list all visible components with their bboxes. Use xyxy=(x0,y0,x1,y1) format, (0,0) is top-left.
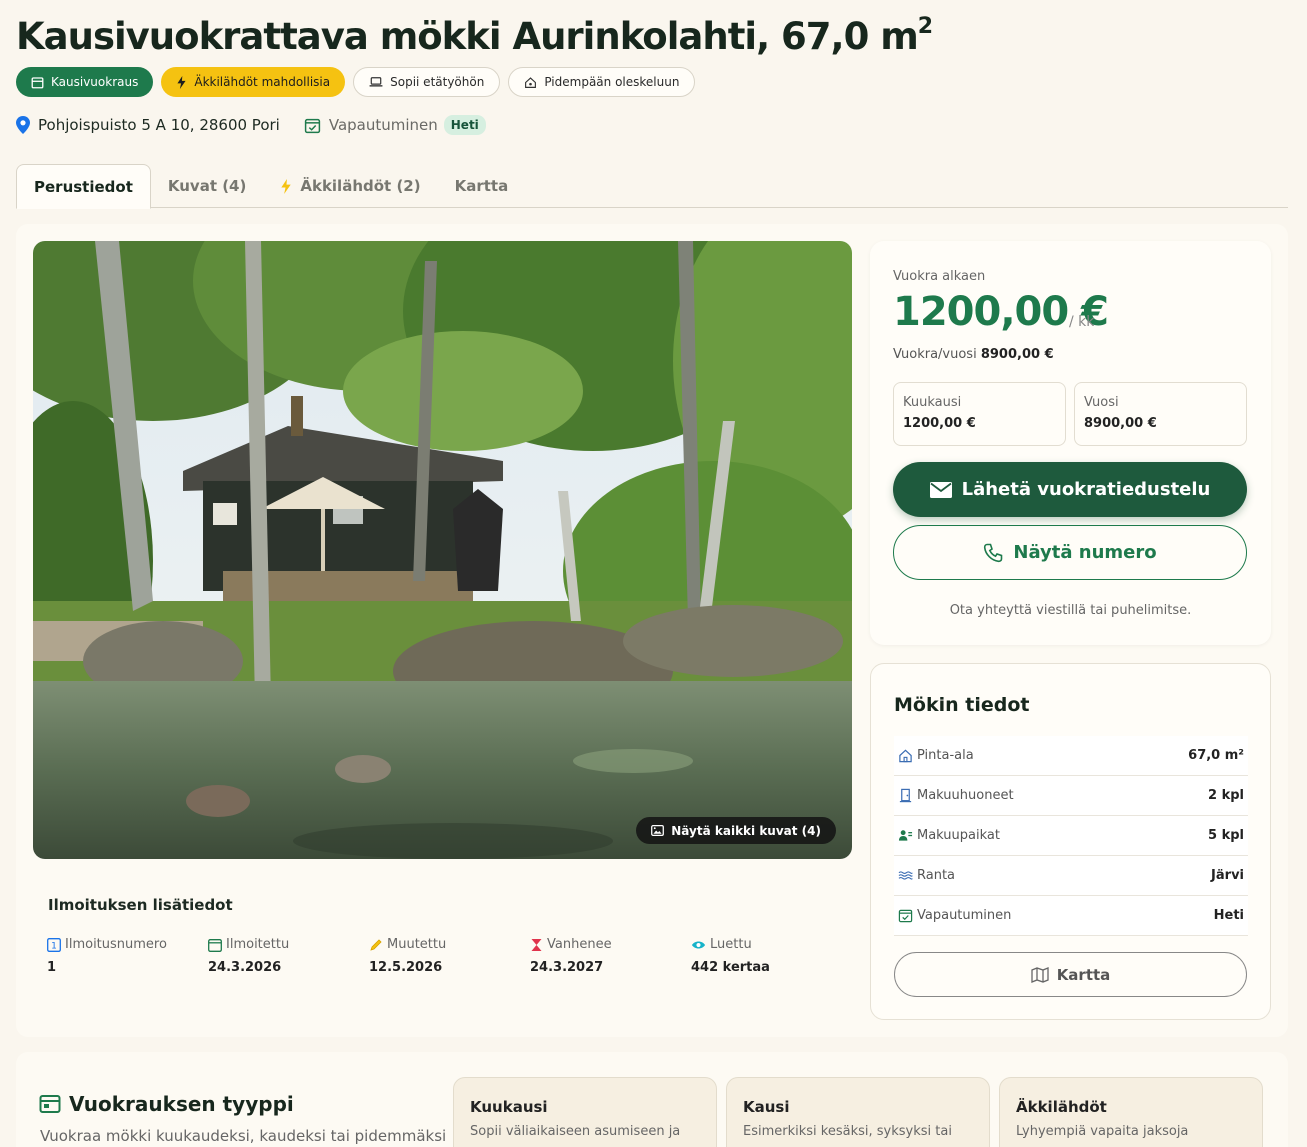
price-box-year: Vuosi 8900,00 € xyxy=(1074,382,1247,446)
hourglass-icon xyxy=(531,938,542,951)
eye-icon xyxy=(691,940,706,949)
info-value: 24.3.2027 xyxy=(530,960,604,975)
detail-row-beds: Makuupaikat 5 kpl xyxy=(894,816,1248,856)
tab-kartta[interactable]: Kartta xyxy=(438,164,526,208)
send-inquiry-button[interactable]: Lähetä vuokratiedustelu xyxy=(893,462,1247,517)
info-modified-date: Muutettu 12.5.2026 xyxy=(369,937,519,975)
contact-note: Ota yhteyttä viestillä tai puhelimitse. xyxy=(949,603,1192,618)
detail-row-availability: Vapautuminen Heti xyxy=(894,896,1248,936)
info-value: 442 kertaa xyxy=(691,960,770,975)
cabin-photo-image xyxy=(33,241,852,859)
calendar-check-icon xyxy=(898,909,913,923)
door-icon xyxy=(899,788,912,803)
availability-badge: Heti xyxy=(443,115,486,135)
tab-perustiedot[interactable]: Perustiedot xyxy=(16,164,151,209)
page-title: Kausivuokrattava mökki Aurinkolahti, 67,… xyxy=(16,14,933,58)
map-icon xyxy=(1031,966,1049,983)
svg-text:1: 1 xyxy=(51,941,57,951)
badge-akkilahdot: Äkkilähdöt mahdollisia xyxy=(161,67,346,97)
rental-type-title: Vuokrauksen tyyppi xyxy=(39,1092,294,1116)
info-views: Luettu 442 kertaa xyxy=(691,937,841,975)
water-icon xyxy=(898,871,913,880)
info-posted-date: Ilmoitettu 24.3.2026 xyxy=(208,937,358,975)
availability-label: Vapautuminen xyxy=(328,116,438,134)
detail-row-area: Pinta-ala 67,0 m² xyxy=(894,736,1248,776)
envelope-icon xyxy=(929,481,952,498)
phone-icon xyxy=(984,543,1003,562)
rental-type-card-season[interactable]: Kausi Esimerkiksi kesäksi, syksyksi tai xyxy=(726,1077,990,1147)
info-value: 24.3.2026 xyxy=(208,960,282,975)
lightning-icon xyxy=(281,178,292,194)
calendar-check-icon xyxy=(304,118,320,133)
calendar-icon xyxy=(39,1095,61,1113)
home-icon xyxy=(525,76,537,88)
price-card: Vuokra alkaen 1200,00 € / kk Vuokra/vuos… xyxy=(870,241,1271,645)
price-unit: / kk xyxy=(1069,314,1095,330)
info-value: 12.5.2026 xyxy=(369,960,443,975)
calendar-icon xyxy=(31,76,44,88)
image-icon xyxy=(651,825,665,836)
show-all-photos-button[interactable]: Näytä kaikki kuvat (4) xyxy=(636,817,836,844)
cabin-details-table: Pinta-ala 67,0 m² Makuuhuoneet 2 kpl Mak… xyxy=(894,736,1248,936)
cabin-details-card: Mökin tiedot Pinta-ala 67,0 m² Makuuhuon… xyxy=(870,663,1271,1020)
lightning-icon xyxy=(177,75,186,89)
price-per-year: Vuokra/vuosi 8900,00 € xyxy=(893,347,1054,362)
listing-info-title: Ilmoituksen lisätiedot xyxy=(48,896,233,914)
price-box-month: Kuukausi 1200,00 € xyxy=(893,382,1066,446)
cabin-photo[interactable]: Näytä kaikki kuvat (4) xyxy=(33,241,852,859)
location-pin-icon xyxy=(16,116,30,134)
cabin-details-title: Mökin tiedot xyxy=(894,694,1030,716)
map-button[interactable]: Kartta xyxy=(894,952,1247,997)
info-expires-date: Vanhenee 24.3.2027 xyxy=(530,937,680,975)
pencil-icon xyxy=(370,938,382,951)
house-icon xyxy=(899,749,912,763)
price-label: Vuokra alkaen xyxy=(893,269,986,284)
number-icon: 1 xyxy=(47,937,61,952)
badge-row: Kausivuokraus Äkkilähdöt mahdollisia Sop… xyxy=(16,67,696,97)
tab-bar: Perustiedot Kuvat (4) Äkkilähdöt (2) Kar… xyxy=(16,164,1288,209)
detail-row-shore: Ranta Järvi xyxy=(894,856,1248,896)
rental-type-card-month[interactable]: Kuukausi Sopii väliaikaiseen asumiseen j… xyxy=(453,1077,717,1147)
rental-type-card-lastminute[interactable]: Äkkilähdöt Lyhyempiä vapaita jaksoja xyxy=(999,1077,1263,1147)
address-row: Pohjoispuisto 5 A 10, 28600 Pori Vapautu… xyxy=(16,115,486,135)
badge-pidempaan: Pidempään oleskeluun xyxy=(508,67,696,97)
info-listing-number: 1 Ilmoitusnumero 1 xyxy=(47,937,197,975)
people-icon xyxy=(898,830,913,841)
detail-row-bedrooms: Makuuhuoneet 2 kpl xyxy=(894,776,1248,816)
laptop-icon xyxy=(369,77,383,87)
calendar-icon xyxy=(208,938,222,952)
tab-akkilahdot[interactable]: Äkkilähdöt (2) xyxy=(263,164,437,208)
badge-etatyo: Sopii etätyöhön xyxy=(353,67,501,97)
badge-kausivuokraus: Kausivuokraus xyxy=(16,67,154,97)
show-number-button[interactable]: Näytä numero xyxy=(893,525,1247,580)
info-value: 1 xyxy=(47,960,57,975)
tab-kuvat[interactable]: Kuvat (4) xyxy=(151,164,263,208)
address-text: Pohjoispuisto 5 A 10, 28600 Pori xyxy=(38,116,280,134)
rental-type-description: Vuokraa mökki kuukaudeksi, kaudeksi tai … xyxy=(40,1127,447,1145)
